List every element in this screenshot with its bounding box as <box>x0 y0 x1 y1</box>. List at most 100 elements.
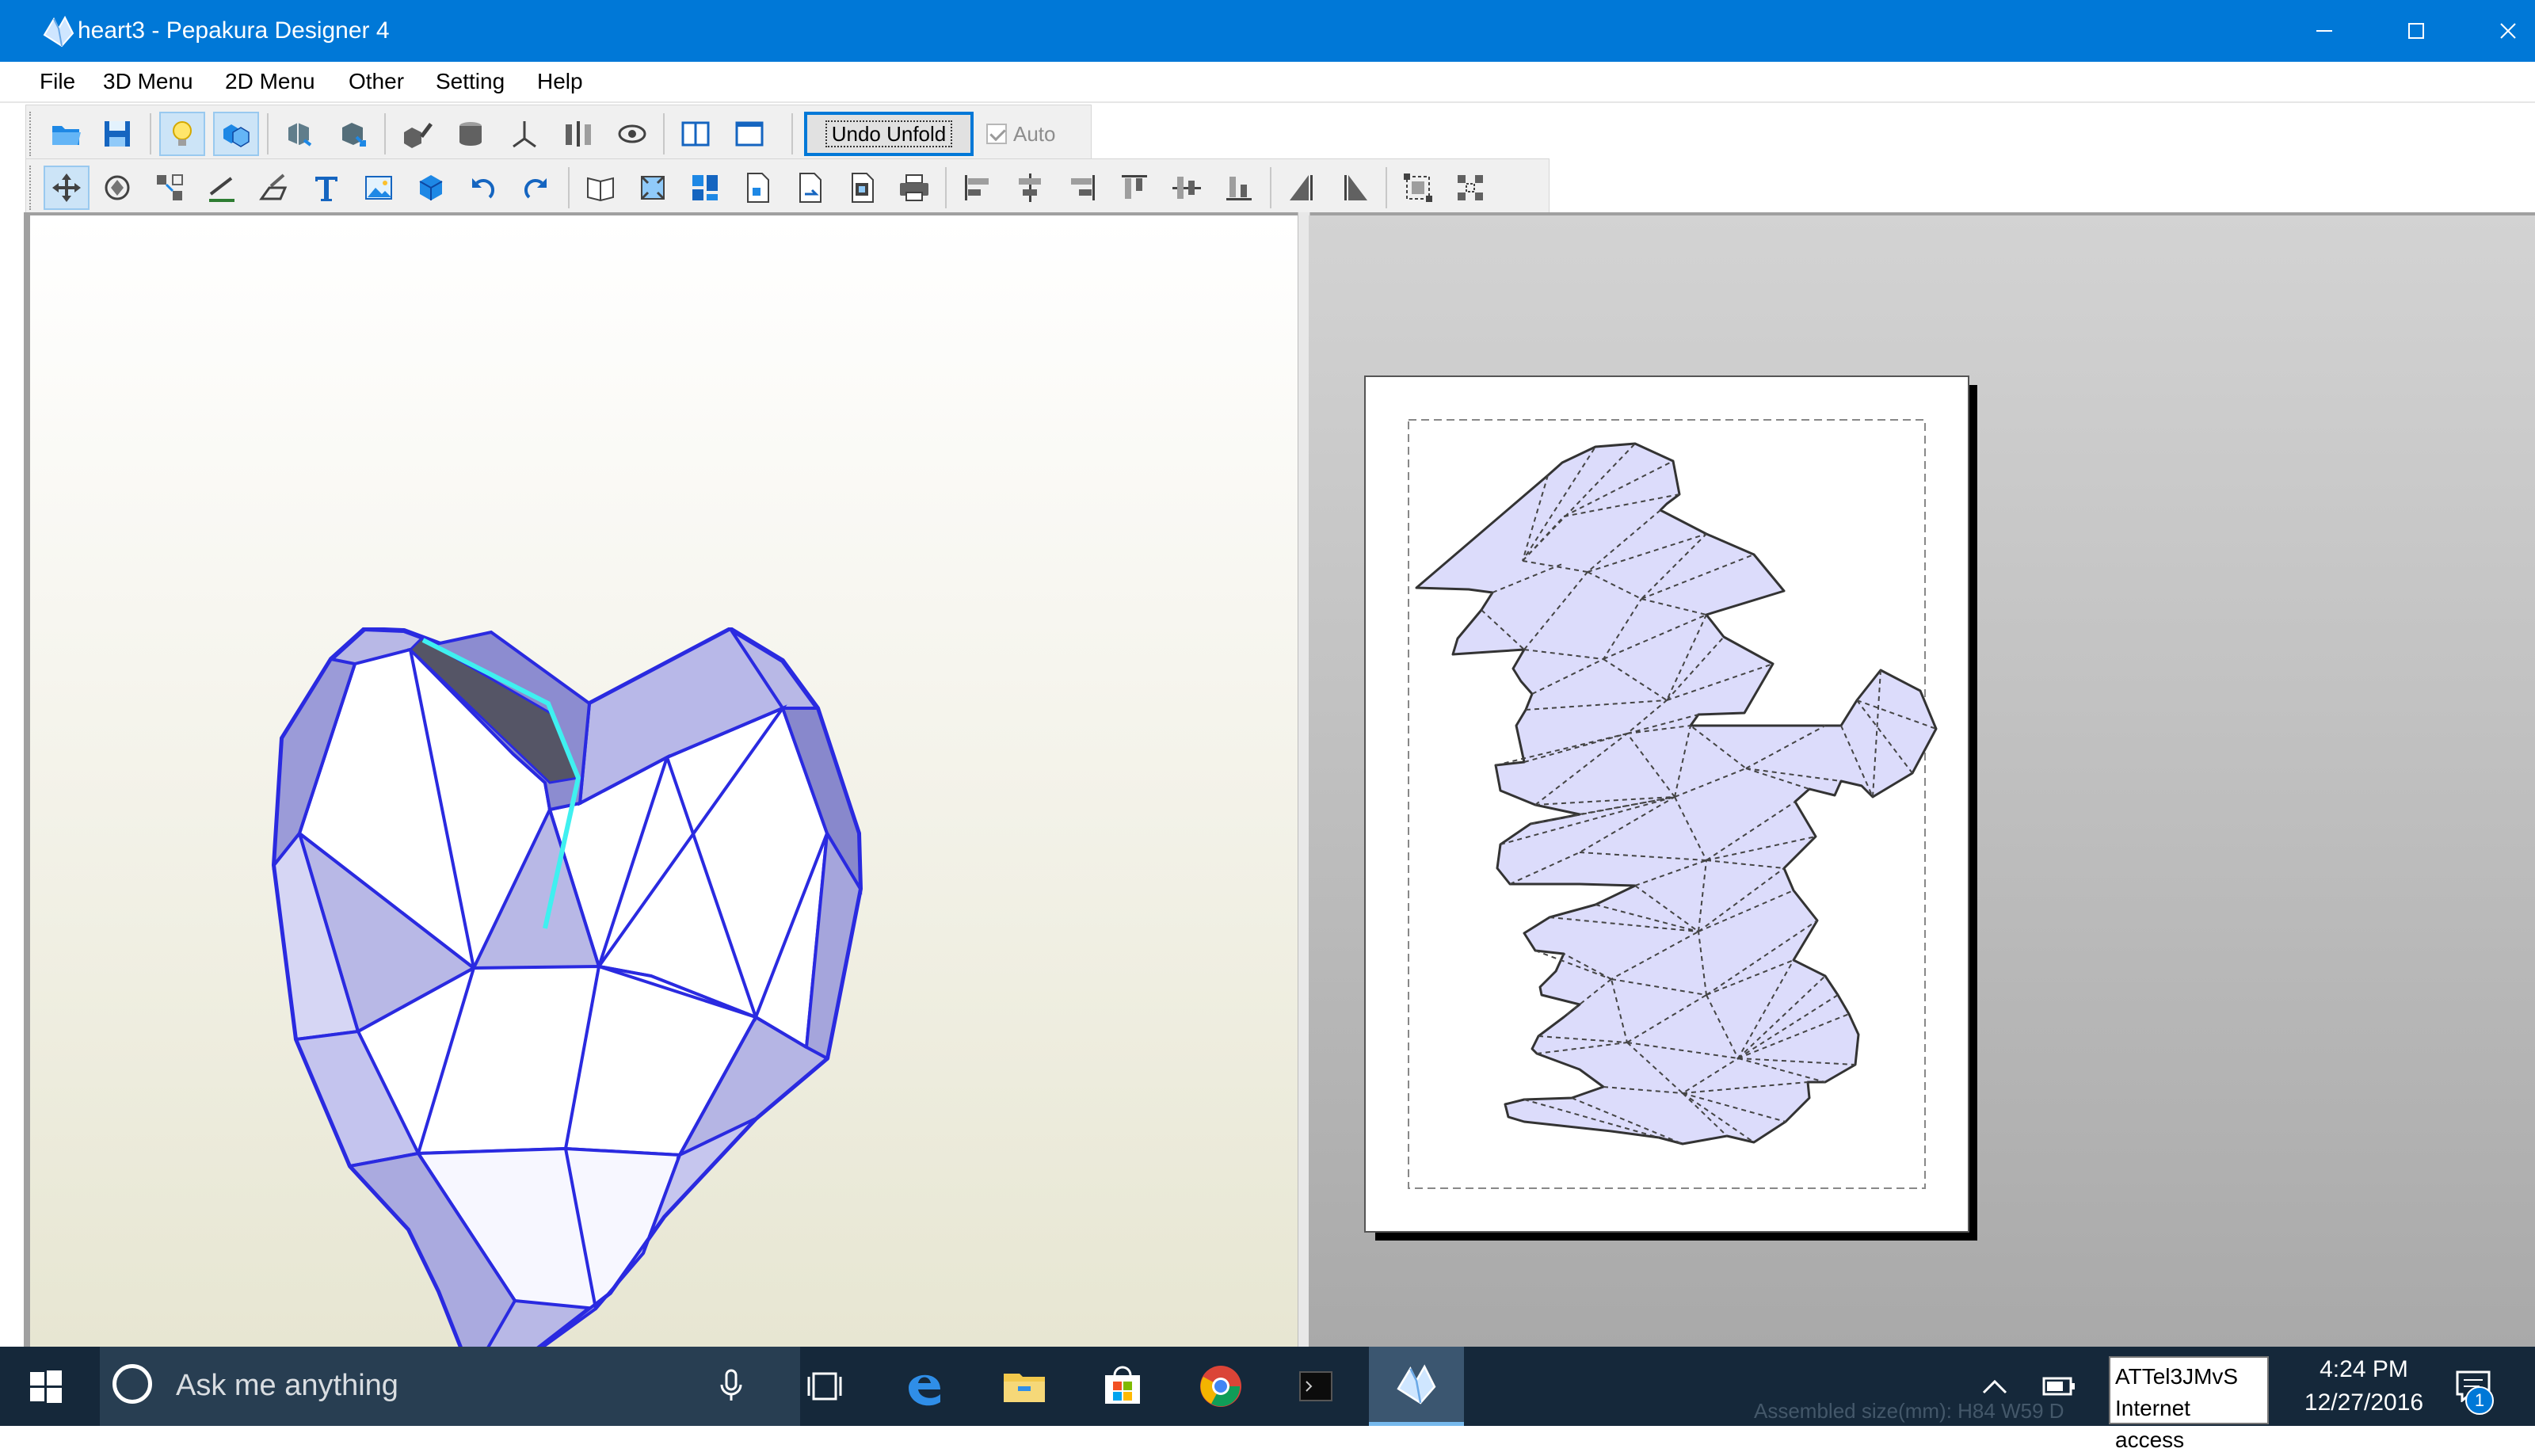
open-book-icon <box>587 177 614 202</box>
open-button[interactable] <box>44 112 90 156</box>
view-button[interactable] <box>609 112 655 156</box>
textured-cubes-icon <box>223 124 250 147</box>
align-right-button[interactable] <box>1059 166 1105 210</box>
split-view-button[interactable] <box>673 112 719 156</box>
align-center-button[interactable] <box>1007 166 1053 210</box>
print-button[interactable] <box>891 166 937 210</box>
align-left-button[interactable] <box>955 166 1001 210</box>
rotate-tool[interactable] <box>94 166 140 210</box>
arrange-grid-icon <box>692 175 718 200</box>
flap-tool[interactable] <box>251 166 297 210</box>
edge-line-icon <box>209 177 234 202</box>
menu-help[interactable]: Help <box>537 62 583 101</box>
single-view-button[interactable] <box>726 112 772 156</box>
pepakura-taskbar-button[interactable] <box>1369 1347 1464 1426</box>
menu-3d[interactable]: 3D Menu <box>103 62 193 101</box>
maximize-button[interactable] <box>2370 0 2462 62</box>
toolbar-separator <box>1386 167 1387 208</box>
align-middle-button[interactable] <box>1164 166 1210 210</box>
cylinder-icon <box>459 122 482 146</box>
align-bottom-button[interactable] <box>1216 166 1262 210</box>
page-rotate-button[interactable] <box>787 166 833 210</box>
align-top-button[interactable] <box>1111 166 1157 210</box>
undo-unfold-button[interactable]: Undo Unfold <box>804 112 974 156</box>
task-view-icon <box>807 1372 842 1401</box>
microphone-icon[interactable] <box>719 1369 743 1404</box>
save-button[interactable] <box>94 112 140 156</box>
arrange-parts-button[interactable] <box>682 166 728 210</box>
edit-mode-button[interactable] <box>394 112 440 156</box>
console-app-button[interactable] <box>1277 1347 1355 1426</box>
tooltip-network-name: ATTel3JMvS <box>2115 1364 2239 1389</box>
toolbar-separator <box>267 113 269 154</box>
axis-button[interactable] <box>501 112 547 156</box>
page-arrow-icon <box>799 173 821 203</box>
store-app-button[interactable] <box>1079 1347 1166 1426</box>
main-toolbar: Undo Unfold Auto <box>25 105 1092 163</box>
flip-left-button[interactable] <box>1279 166 1325 210</box>
menu-2d[interactable]: 2D Menu <box>225 62 315 101</box>
page-setup-button[interactable] <box>734 166 780 210</box>
select-move-tool[interactable] <box>44 166 90 210</box>
toolbar-separator <box>150 113 151 154</box>
heart-3d-model[interactable] <box>268 627 1139 1404</box>
flip-right-icon <box>1344 175 1367 200</box>
redo-button[interactable] <box>513 166 558 210</box>
3d-view[interactable] <box>30 215 1298 1382</box>
ungroup-frame-icon <box>1458 175 1483 200</box>
folder-open-icon <box>52 126 81 145</box>
action-center-button[interactable] <box>2438 1347 2510 1426</box>
group-frame-icon <box>1404 173 1432 202</box>
minimize-button[interactable] <box>2278 0 2370 62</box>
unfold-auto-button[interactable] <box>330 112 376 156</box>
undo-button[interactable] <box>460 166 506 210</box>
toolbar-grip[interactable] <box>29 166 36 210</box>
auto-checkbox[interactable]: Auto <box>986 112 1056 156</box>
join-tool[interactable] <box>147 166 193 210</box>
fit-frame-icon <box>640 175 665 200</box>
image-tool[interactable] <box>356 166 402 210</box>
menu-file[interactable]: File <box>40 62 75 101</box>
group-button[interactable] <box>1395 166 1441 210</box>
taskbar-clock[interactable]: 4:24 PM 12/27/2016 <box>2288 1353 2440 1420</box>
cortana-search-box[interactable]: Ask me anything <box>100 1347 800 1426</box>
paper-sheet[interactable] <box>1364 375 1969 1233</box>
image-icon <box>365 176 392 200</box>
folder-icon <box>1004 1374 1045 1402</box>
toolbar-grip[interactable] <box>29 112 36 156</box>
start-button[interactable] <box>0 1347 92 1426</box>
mirror-button[interactable] <box>555 112 601 156</box>
menu-setting[interactable]: Setting <box>436 62 505 101</box>
print-preview-button[interactable] <box>839 166 885 210</box>
unfold-button[interactable] <box>276 112 322 156</box>
page-preview-icon <box>852 173 874 203</box>
pepakura-app-icon <box>43 15 74 48</box>
unfolded-pattern[interactable] <box>1366 377 1968 1231</box>
fit-parts-button[interactable] <box>630 166 676 210</box>
toolbar-separator <box>568 167 570 208</box>
chrome-icon <box>1200 1366 1241 1407</box>
cylinder-button[interactable] <box>448 112 494 156</box>
ungroup-button[interactable] <box>1447 166 1493 210</box>
light-toggle-button[interactable] <box>159 112 205 156</box>
chrome-app-button[interactable] <box>1177 1347 1264 1426</box>
task-view-button[interactable] <box>799 1347 851 1426</box>
flip-left-icon <box>1290 175 1313 200</box>
file-explorer-button[interactable] <box>981 1347 1068 1426</box>
line-tool[interactable] <box>199 166 245 210</box>
battery-icon <box>2042 1377 2075 1396</box>
parts-tool[interactable] <box>408 166 454 210</box>
auto-checkbox-box[interactable] <box>986 124 1007 144</box>
axis-icon <box>513 121 536 148</box>
align-bottom-icon <box>1226 177 1252 200</box>
pattern-book-button[interactable] <box>578 166 623 210</box>
texture-toggle-button[interactable] <box>213 112 259 156</box>
edge-app-button[interactable] <box>882 1347 966 1426</box>
toolbar-separator <box>1270 167 1271 208</box>
close-button[interactable] <box>2462 0 2535 62</box>
flip-right-button[interactable] <box>1332 166 1378 210</box>
redo-arrow-icon <box>524 178 547 199</box>
text-tool[interactable] <box>303 166 349 210</box>
menu-other[interactable]: Other <box>349 62 404 101</box>
clock-date: 12/27/2016 <box>2304 1389 2424 1416</box>
